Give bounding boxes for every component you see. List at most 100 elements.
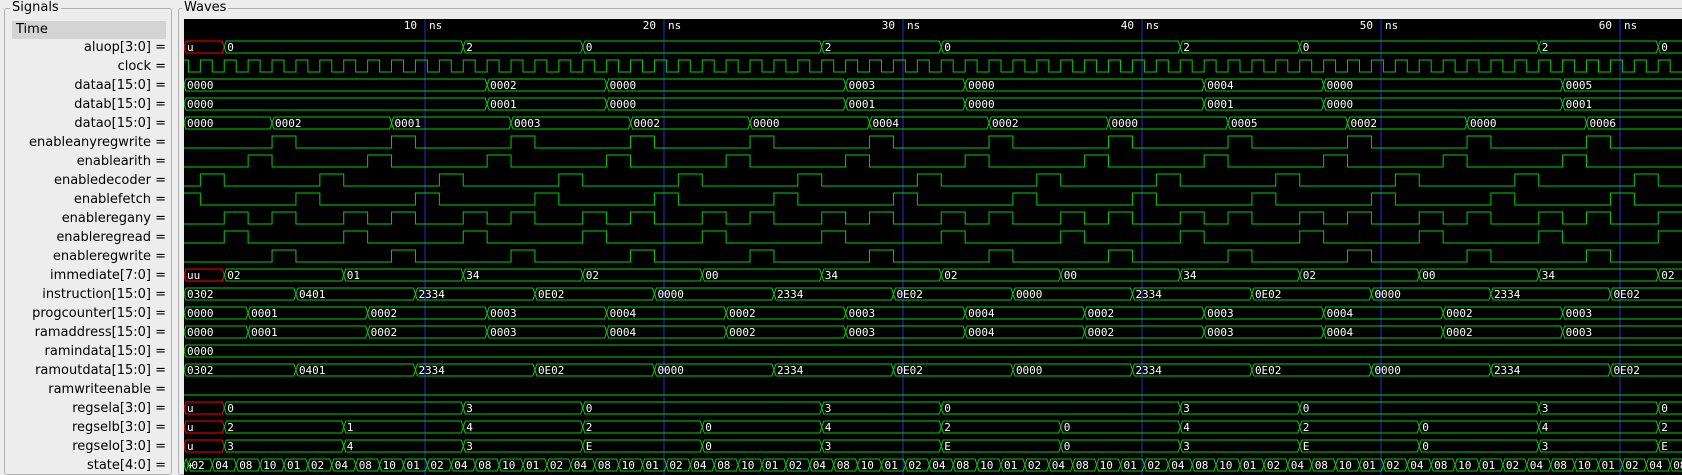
bus-value-label: E — [944, 440, 951, 453]
bus-value-label: 0001 — [1566, 98, 1593, 111]
bus-value-label: 08 — [478, 459, 491, 472]
signal-name[interactable]: aluop[3:0] = — [12, 38, 166, 57]
signal-name[interactable]: instruction[15:0] = — [12, 285, 166, 304]
bus-value-label: 2334 — [418, 364, 445, 377]
bus-segment — [184, 97, 488, 111]
bus-segment — [1179, 420, 1301, 434]
bus-segment — [964, 97, 1205, 111]
bus-value-label: 0006 — [1590, 117, 1617, 130]
bus-segment — [1060, 420, 1181, 434]
bus-segment — [343, 268, 464, 282]
bus-value-label: 0004 — [610, 326, 637, 339]
bus-value-label: 00 — [705, 269, 718, 282]
signal-name[interactable]: datao[15:0] = — [12, 114, 166, 133]
bus-value-label: 2334 — [418, 288, 445, 301]
bus-value-label: 0000 — [187, 79, 214, 92]
bus-segment — [582, 268, 703, 282]
bus-value-label: 10 — [980, 459, 993, 472]
signal-name[interactable]: enablearith = — [12, 152, 166, 171]
signal-name[interactable]: regselb[3:0] = — [12, 418, 166, 437]
bus-value-label: 10 — [1339, 459, 1352, 472]
time-tick-label: 40 — [1121, 19, 1134, 32]
signal-name[interactable]: state[4:0] = — [12, 456, 166, 475]
bus-value-label: 34 — [825, 269, 839, 282]
bus-value-label: 04 — [932, 459, 946, 472]
signal-name[interactable]: ramindata[15:0] = — [12, 342, 166, 361]
bus-value-label: 02 — [1303, 269, 1316, 282]
bus-value-label: 08 — [598, 459, 611, 472]
signal-name[interactable]: clock = — [12, 57, 166, 76]
bus-value-label: 2 — [944, 421, 951, 434]
bus-segment — [582, 420, 703, 434]
signal-name[interactable]: ramwriteenable = — [12, 380, 166, 399]
signal-name[interactable]: immediate[7:0] = — [12, 266, 166, 285]
bus-value-label: 0002 — [275, 117, 302, 130]
bus-value-label: 02 — [789, 459, 802, 472]
bus-value-label: u — [187, 402, 194, 415]
bus-value-label: 0002 — [1088, 307, 1115, 320]
bus-value-label: 0000 — [187, 98, 214, 111]
bus-value-label: 0000 — [1327, 79, 1354, 92]
digital-waveform — [184, 192, 1682, 206]
bus-segment — [606, 97, 847, 111]
signal-name[interactable]: enableregany = — [12, 209, 166, 228]
bus-value-label: 01 — [1601, 459, 1614, 472]
bus-value-label: 10 — [502, 459, 515, 472]
digital-waveform — [184, 173, 1682, 187]
bus-value-label: 3 — [466, 402, 473, 415]
signal-name[interactable]: progcounter[15:0] = — [12, 304, 166, 323]
bus-segment — [582, 40, 823, 54]
bus-value-label: 0E02 — [896, 364, 923, 377]
bus-segment — [1060, 439, 1181, 453]
signal-name[interactable]: datab[15:0] = — [12, 95, 166, 114]
wave-canvas[interactable]: 10ns20ns30ns40ns50ns60nsu020202020200000… — [184, 19, 1682, 475]
signal-name[interactable]: enableanyregwrite = — [12, 133, 166, 152]
bus-value-label: 10 — [1219, 459, 1232, 472]
signal-name[interactable]: dataa[15:0] = — [12, 76, 166, 95]
signal-name[interactable]: regselo[3:0] = — [12, 437, 166, 456]
signal-name[interactable]: enablefetch = — [12, 190, 166, 209]
bus-value-label: 0003 — [1207, 307, 1234, 320]
bus-value-label: 01 — [287, 459, 300, 472]
time-column-header[interactable]: Time — [12, 21, 166, 39]
bus-segment — [964, 78, 1205, 92]
bus-value-label: 4 — [347, 440, 354, 453]
bus-value-label: 04 — [215, 459, 229, 472]
bus-value-label: 04 — [1052, 459, 1066, 472]
bus-value-label: 02 — [1386, 459, 1399, 472]
bus-value-label: 0 — [1422, 421, 1429, 434]
waveform-view[interactable]: 10ns20ns30ns40ns50ns60nsu020202020200000… — [184, 19, 1682, 475]
bus-value-label: 2 — [1661, 421, 1668, 434]
time-tick-label: 50 — [1360, 19, 1373, 32]
bus-value-label: 0004 — [968, 307, 995, 320]
bus-value-label: 0000 — [968, 79, 995, 92]
bus-value-label: 0000 — [1016, 364, 1042, 377]
bus-value-label: 08 — [717, 459, 730, 472]
bus-value-label: 02 — [908, 459, 921, 472]
bus-value-label: 02 — [1506, 459, 1519, 472]
time-tick-label: 20 — [643, 19, 656, 32]
bus-value-label: 02 — [1625, 459, 1638, 472]
bus-value-label: 2334 — [777, 364, 804, 377]
bus-value-label: 08 — [1315, 459, 1328, 472]
time-tick-unit: ns — [429, 19, 442, 32]
bus-value-label: 0002 — [371, 307, 398, 320]
signal-name[interactable]: regsela[3:0] = — [12, 399, 166, 418]
bus-value-label: 04 — [335, 459, 349, 472]
bus-value-label: 01 — [347, 269, 360, 282]
bus-value-label: 4 — [1542, 421, 1549, 434]
signal-name[interactable]: enableregwrite = — [12, 247, 166, 266]
bus-value-label: 0000 — [657, 364, 684, 377]
bus-segment — [821, 420, 942, 434]
bus-value-label: 0004 — [968, 326, 995, 339]
signal-name[interactable]: enabledecoder = — [12, 171, 166, 190]
bus-value-label: 2 — [825, 41, 832, 54]
signal-name[interactable]: ramoutdata[15:0] = — [12, 361, 166, 380]
bus-value-label: 0 — [1064, 421, 1071, 434]
bus-value-label: 3 — [1542, 440, 1549, 453]
signal-name[interactable]: ramaddress[15:0] = — [12, 323, 166, 342]
bus-value-label: 10 — [1100, 459, 1113, 472]
bus-value-label: 0302 — [187, 288, 214, 301]
bus-value-label: 0 — [705, 440, 712, 453]
signal-name[interactable]: enableregread = — [12, 228, 166, 247]
